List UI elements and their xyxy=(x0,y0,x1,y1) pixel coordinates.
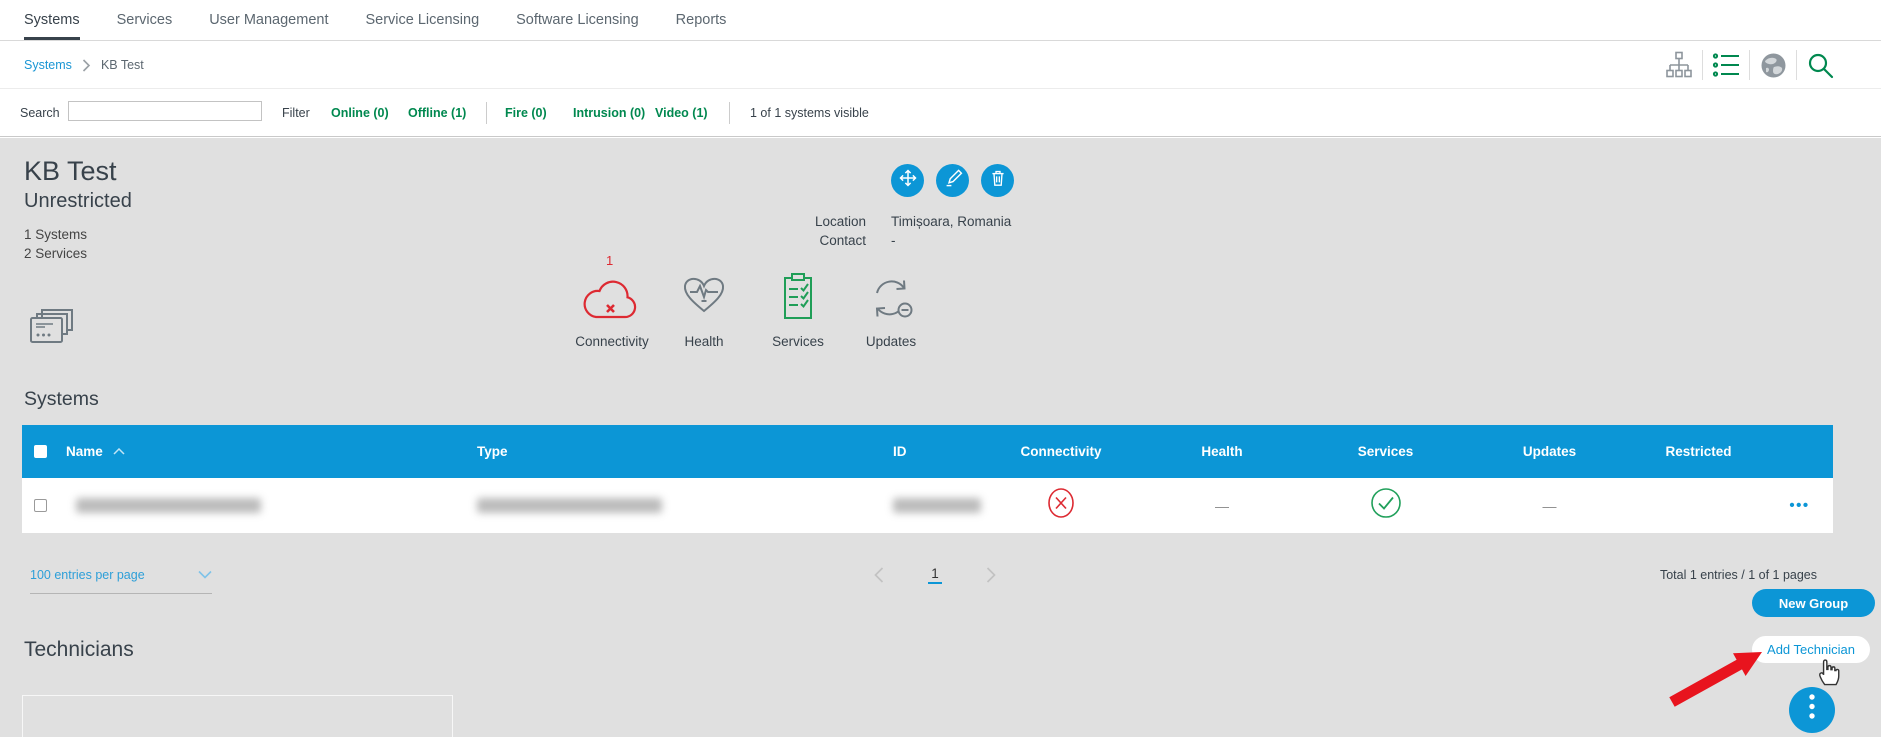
current-page-number[interactable]: 1 xyxy=(928,566,942,584)
clipboard-checklist-icon xyxy=(777,271,819,328)
heart-pulse-icon xyxy=(678,273,730,328)
group-systems-icon xyxy=(28,306,76,353)
status-updates[interactable]: Updates xyxy=(833,262,949,358)
breadcrumb-current: KB Test xyxy=(101,58,144,72)
chevron-right-icon xyxy=(82,59,91,72)
view-toolbar xyxy=(1656,42,1843,88)
health-empty-value: — xyxy=(1215,498,1229,514)
top-nav: Systems Services User Management Service… xyxy=(0,0,1881,41)
filter-divider xyxy=(729,102,730,124)
edit-group-button[interactable] xyxy=(936,164,969,197)
move-icon xyxy=(896,166,920,195)
column-header-type[interactable]: Type xyxy=(477,444,508,459)
systems-count: 1 Systems xyxy=(24,227,87,242)
filter-video[interactable]: Video (1) xyxy=(655,106,708,120)
search-label: Search xyxy=(20,106,60,120)
updates-empty-value: — xyxy=(1543,498,1557,514)
table-header-row: Name Type ID Connectivity Health Service… xyxy=(22,425,1833,478)
trash-icon xyxy=(986,166,1010,195)
group-subtitle: Unrestricted xyxy=(24,190,132,213)
hierarchy-icon[interactable] xyxy=(1656,50,1702,80)
filter-divider xyxy=(486,102,487,124)
nav-tab-services[interactable]: Services xyxy=(117,0,173,40)
filter-bar: Search Filter Online (0) Offline (1) Fir… xyxy=(0,89,1881,137)
refresh-updates-icon xyxy=(866,275,916,328)
contact-label: Contact xyxy=(700,233,866,248)
column-header-restricted[interactable]: Restricted xyxy=(1665,444,1731,459)
column-header-health[interactable]: Health xyxy=(1201,444,1242,459)
row-checkbox[interactable] xyxy=(34,499,47,512)
select-all-checkbox[interactable] xyxy=(34,445,47,458)
nav-tab-service-licensing[interactable]: Service Licensing xyxy=(365,0,479,40)
entries-per-page-value: 100 entries per page xyxy=(30,568,145,582)
globe-icon[interactable] xyxy=(1750,50,1796,80)
systems-visible-summary: 1 of 1 systems visible xyxy=(750,106,869,120)
connectivity-error-icon xyxy=(1046,486,1076,525)
search-input[interactable] xyxy=(68,101,262,121)
previous-page-icon[interactable] xyxy=(870,563,888,587)
status-label: Updates xyxy=(833,334,949,349)
contact-value: - xyxy=(891,233,896,248)
filter-label: Filter xyxy=(282,106,310,120)
page-title: KB Test xyxy=(24,156,117,187)
remote-portal-page: Systems Services User Management Service… xyxy=(0,0,1881,737)
redacted-type-cell xyxy=(477,498,662,513)
services-count: 2 Services xyxy=(24,246,87,261)
systems-section-title: Systems xyxy=(24,388,99,411)
next-page-icon[interactable] xyxy=(982,563,1000,587)
location-label: Location xyxy=(700,214,866,229)
filter-intrusion[interactable]: Intrusion (0) xyxy=(573,106,645,120)
kebab-menu-icon xyxy=(1807,692,1817,729)
filter-offline[interactable]: Offline (1) xyxy=(408,106,466,120)
delete-group-button[interactable] xyxy=(981,164,1014,197)
pencil-icon xyxy=(941,166,965,195)
sort-asc-icon[interactable] xyxy=(113,448,125,455)
nav-tab-reports[interactable]: Reports xyxy=(676,0,727,40)
new-group-button[interactable]: New Group xyxy=(1752,589,1875,617)
more-actions-fab[interactable] xyxy=(1789,687,1835,733)
location-value: Timișoara, Romania xyxy=(891,214,1011,229)
filter-online[interactable]: Online (0) xyxy=(331,106,389,120)
column-header-name[interactable]: Name xyxy=(66,444,103,459)
breadcrumb-bar: Systems KB Test xyxy=(0,42,1881,89)
nav-tab-user-management[interactable]: User Management xyxy=(209,0,328,40)
chevron-down-icon xyxy=(198,566,212,584)
technicians-panel xyxy=(22,695,453,737)
technicians-section-title: Technicians xyxy=(24,638,134,662)
column-header-services[interactable]: Services xyxy=(1358,444,1414,459)
entries-per-page-dropdown[interactable]: 100 entries per page xyxy=(30,566,212,594)
pager: 1 xyxy=(870,563,1000,587)
services-ok-icon xyxy=(1370,487,1402,524)
search-icon[interactable] xyxy=(1797,50,1843,80)
connectivity-error-badge: 1 xyxy=(606,253,613,268)
column-header-connectivity[interactable]: Connectivity xyxy=(1020,444,1101,459)
main-content: KB Test Unrestricted 1 Systems 2 Service… xyxy=(0,138,1881,737)
filter-fire[interactable]: Fire (0) xyxy=(505,106,547,120)
cursor-pointer-icon xyxy=(1816,655,1842,691)
row-more-actions-icon[interactable]: ••• xyxy=(1789,497,1809,514)
move-group-button[interactable] xyxy=(891,164,924,197)
nav-tab-systems[interactable]: Systems xyxy=(24,0,80,40)
nav-tab-software-licensing[interactable]: Software Licensing xyxy=(516,0,639,40)
redacted-name-cell xyxy=(76,498,261,513)
column-header-updates[interactable]: Updates xyxy=(1523,444,1576,459)
table-row[interactable]: — — ••• xyxy=(22,478,1833,533)
detail-list-icon[interactable] xyxy=(1703,50,1749,80)
annotation-arrow xyxy=(1660,640,1780,717)
breadcrumb-systems-link[interactable]: Systems xyxy=(24,58,72,72)
cloud-offline-icon xyxy=(583,277,641,328)
breadcrumb: Systems KB Test xyxy=(24,42,144,88)
redacted-id-cell xyxy=(893,498,981,513)
systems-table: Name Type ID Connectivity Health Service… xyxy=(22,425,1833,533)
total-entries-text: Total 1 entries / 1 of 1 pages xyxy=(1660,568,1817,582)
column-header-id[interactable]: ID xyxy=(893,444,907,459)
